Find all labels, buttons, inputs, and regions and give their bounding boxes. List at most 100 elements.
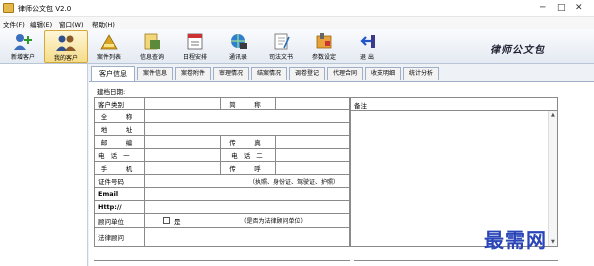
form-row: 地 址 [95,123,349,136]
address-book-button[interactable]: 通讯录 [216,30,260,63]
tab-hearing[interactable]: 审理情况 [213,67,249,80]
legal-document-label: 司法文书 [268,54,293,61]
search-info-button[interactable]: 信息查询 [130,30,174,63]
schedule-label: 日程安排 [182,54,207,61]
abbr-label: 简 称 [221,98,276,109]
phone2-input[interactable] [276,149,349,161]
advisor-checkbox-label: 是 [174,217,181,226]
form-row: 法律顾问 [95,228,349,246]
menu-bar: 文件(F) 编辑(E) 窗口(W) 帮助(H) [0,17,594,29]
mobile-label: 手 机 [95,162,145,174]
http-input[interactable] [145,201,349,213]
exit-icon [360,35,375,48]
menu-file[interactable]: 文件(F) [3,19,25,29]
mobile-input[interactable] [145,162,221,174]
address-input[interactable] [145,123,349,135]
client-form: 客户类别 简 称 全 称 地 址 邮 编 传 真 电 话 一 电 话 二 手 机… [94,97,350,247]
add-client-button[interactable]: 新增客户 [1,30,45,63]
advisor-field: 是 （是否为法律顾问单位） [145,214,349,227]
address-label: 地 址 [95,123,145,135]
add-client-icon [14,34,32,50]
lower-table-section [354,260,558,266]
title-bar: 律师公文包 V2.0 ─ □ ✕ [0,0,594,17]
maximize-icon[interactable]: □ [557,4,566,13]
tab-file-registration[interactable]: 调卷登记 [289,67,325,80]
advisor-hint: （是否为法律顾问单位） [240,218,307,225]
address-book-label: 通讯录 [228,54,247,61]
date-label: 建档日期: [97,88,126,96]
tab-statistics[interactable]: 统计分析 [403,67,439,80]
postcode-label: 邮 编 [95,136,145,148]
advisor-label: 顾问单位 [95,214,145,227]
legal-document-icon [274,33,290,50]
client-type-select[interactable] [145,98,221,109]
my-clients-button[interactable]: 我的客户 [44,30,88,63]
id-number-input[interactable]: （执照、身份证、驾驶证、护照） [145,175,349,187]
clients-icon [56,35,76,51]
menu-edit[interactable]: 编辑(E) [30,19,52,29]
legal-advisor-input[interactable] [145,228,349,246]
lower-form-section [94,260,350,266]
memo-scrollbar[interactable]: ▲ ▼ [548,111,557,246]
exit-button[interactable]: 退 出 [345,30,389,63]
my-clients-label: 我的客户 [53,55,78,62]
abbr-input[interactable] [276,98,349,109]
address-book-icon [231,34,247,49]
case-list-icon [100,34,118,50]
full-name-input[interactable] [145,110,349,122]
form-row: Email [95,188,349,201]
tab-case-info[interactable]: 案件信息 [137,67,173,80]
fax-input[interactable] [276,136,349,148]
phone2-label: 电 话 二 [221,149,276,161]
legal-advisor-label: 法律顾问 [95,228,145,246]
search-info-icon [144,33,160,50]
search-info-label: 信息查询 [139,54,164,61]
phone1-input[interactable] [145,149,221,161]
form-row: 邮 编 传 真 [95,136,349,149]
postcode-input[interactable] [145,136,221,148]
schedule-icon [187,33,203,50]
case-list-label: 案件列表 [96,54,121,61]
tab-closing[interactable]: 结案情况 [251,67,287,80]
tab-agency-contract[interactable]: 代理合同 [327,67,363,80]
tab-client-info[interactable]: 客户信息 [91,66,135,81]
client-tree-panel[interactable] [0,64,88,266]
memo-label: 备注 [351,98,557,111]
schedule-button[interactable]: 日程安排 [173,30,217,63]
scroll-up-icon[interactable]: ▲ [551,112,555,118]
id-number-hint: （执照、身份证、驾驶证、护照） [248,178,339,186]
menu-help[interactable]: 帮助(H) [92,19,115,29]
form-row: 全 称 [95,110,349,123]
client-type-label: 客户类别 [95,98,145,109]
brand-logo: 律师公文包 [490,45,545,56]
tab-case-attachments[interactable]: 案卷附件 [175,67,211,80]
settings-icon [316,33,332,49]
scroll-down-icon[interactable]: ▼ [551,239,555,245]
tab-income-expense[interactable]: 收支明细 [365,67,401,80]
form-row: 证件号码 （执照、身份证、驾驶证、护照） [95,175,349,188]
pager-input[interactable] [276,162,349,174]
email-input[interactable] [145,188,349,200]
minimize-icon[interactable]: ─ [540,4,545,13]
form-row: 电 话 一 电 话 二 [95,149,349,162]
http-label: Http:// [95,201,145,213]
advisor-checkbox[interactable] [163,217,170,224]
tab-strip: 客户信息 案件信息 案卷附件 审理情况 结案情况 调卷登记 代理合同 收支明细 … [89,66,594,81]
watermark: 最需网 [484,228,547,252]
app-icon [3,3,14,13]
full-name-label: 全 称 [95,110,145,122]
close-icon[interactable]: ✕ [575,4,583,13]
add-client-label: 新增客户 [10,54,35,61]
legal-document-button[interactable]: 司法文书 [259,30,303,63]
pager-label: 传 呼 [221,162,276,174]
case-list-button[interactable]: 案件列表 [87,30,131,63]
toolbar: 新增客户 我的客户 案件列表 信息查询 日程安排 通讯录 司法文书 参数设定 退… [0,29,594,64]
form-row: 手 机 传 呼 [95,162,349,175]
form-row: 客户类别 简 称 [95,98,349,110]
window-title: 律师公文包 V2.0 [18,5,72,13]
menu-window[interactable]: 窗口(W) [59,19,84,29]
settings-button[interactable]: 参数设定 [302,30,346,63]
fax-label: 传 真 [221,136,276,148]
email-label: Email [95,188,145,200]
phone1-label: 电 话 一 [95,149,145,161]
